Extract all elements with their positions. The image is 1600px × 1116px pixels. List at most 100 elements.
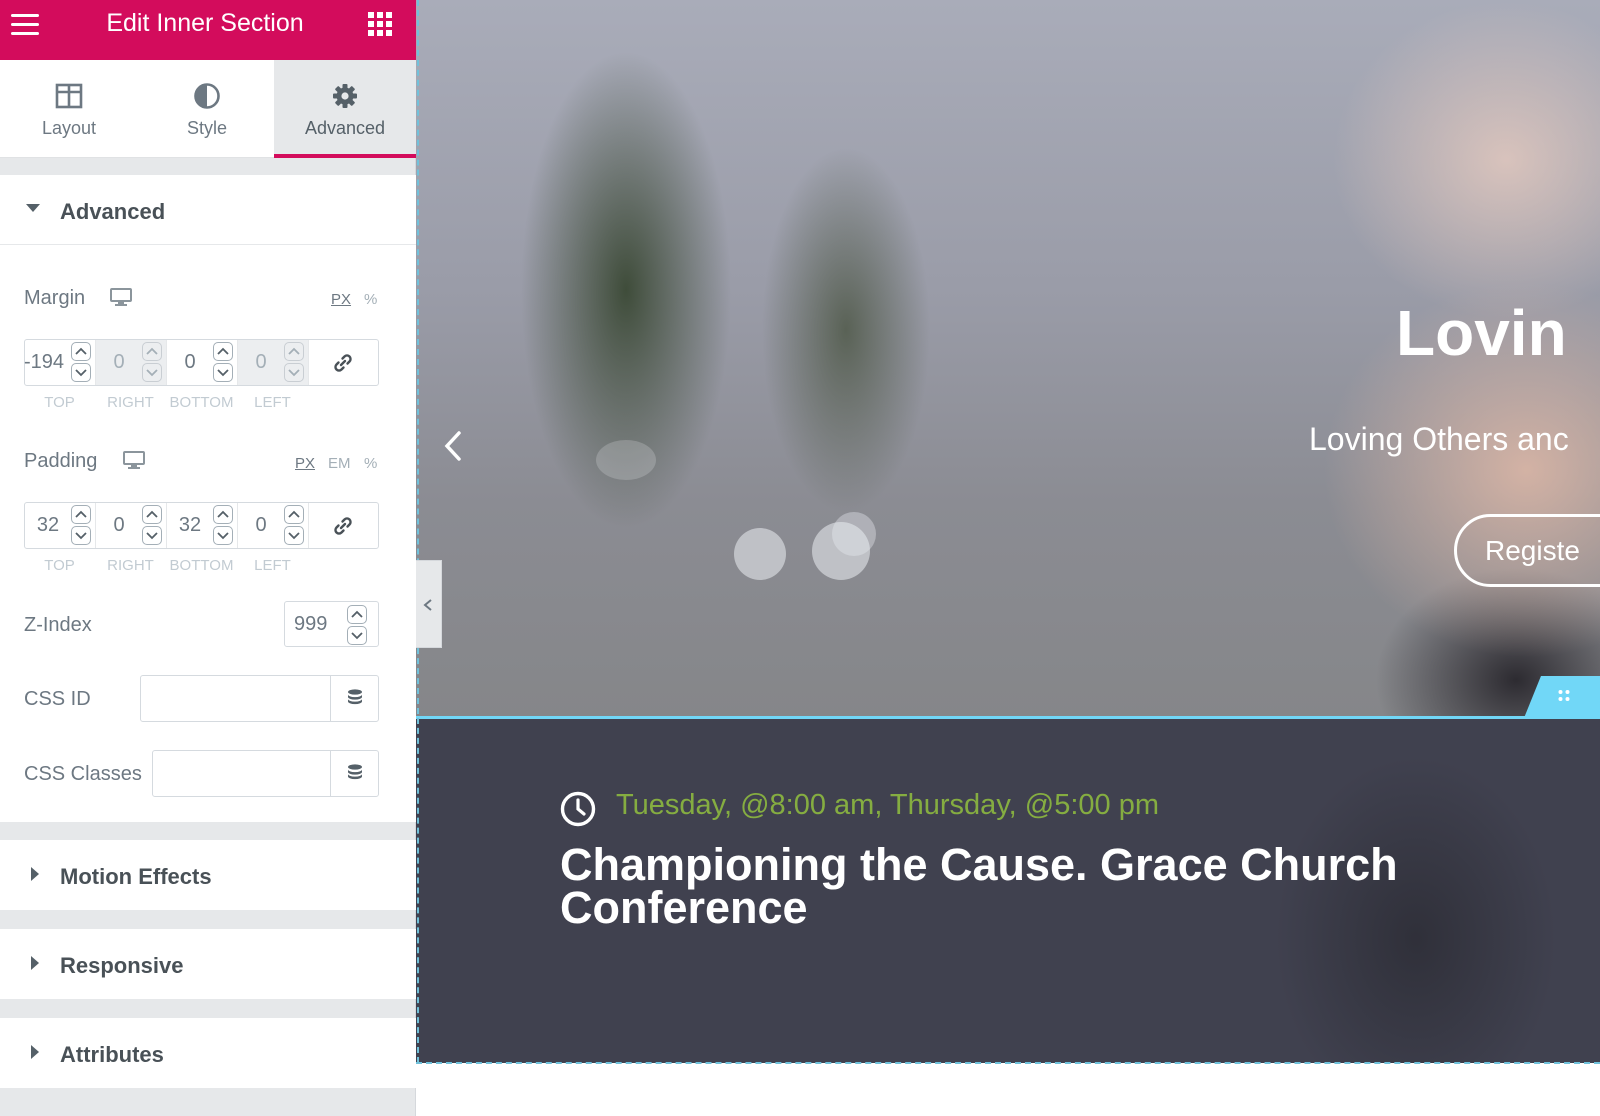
increment-button[interactable] (347, 605, 367, 624)
tab-label: Style (186, 118, 228, 138)
increment-button[interactable] (284, 505, 304, 524)
dynamic-tags-button[interactable] (330, 676, 378, 721)
margin-top-label: TOP (44, 394, 75, 411)
padding-right-label: RIGHT (107, 557, 154, 574)
section-title: Advanced (60, 199, 166, 224)
increment-button[interactable] (142, 505, 162, 524)
hamburger-menu-icon[interactable] (10, 10, 40, 38)
chevron-down-icon (288, 532, 300, 540)
padding-left-field[interactable]: 0 (238, 503, 309, 548)
margin-left-value: 0 (255, 351, 267, 373)
padding-left-label: LEFT (254, 557, 291, 574)
margin-dimensions: -194 0 0 0 (24, 339, 379, 386)
section-responsive-toggle[interactable]: Responsive (0, 929, 416, 999)
chevron-down-icon (75, 369, 87, 377)
decrement-button[interactable] (142, 363, 162, 382)
chevron-down-icon (75, 532, 87, 540)
dynamic-tags-button[interactable] (330, 751, 378, 796)
event-date: Tuesday, @8:00 am, Thursday, @5:00 pm (616, 789, 1159, 821)
margin-unit-px[interactable]: PX (331, 291, 351, 308)
decrement-button[interactable] (284, 363, 304, 382)
decrement-button[interactable] (213, 363, 233, 382)
padding-top-value: 32 (36, 514, 60, 536)
section-attributes-toggle[interactable]: Attributes (0, 1018, 416, 1088)
panel-tabs: Layout Style Advanced (0, 60, 416, 158)
caret-right-icon (31, 867, 39, 881)
chevron-up-icon (146, 347, 158, 355)
event-title: Championing the Cause. Grace Church Conf… (560, 839, 1398, 933)
margin-right-value: 0 (113, 351, 125, 373)
link-icon (334, 517, 352, 535)
link-values-button[interactable] (308, 503, 378, 548)
decrement-button[interactable] (284, 526, 304, 545)
decrement-button[interactable] (213, 526, 233, 545)
decrement-button[interactable] (347, 626, 367, 645)
padding-bottom-field[interactable]: 32 (167, 503, 238, 548)
margin-right-field[interactable]: 0 (96, 340, 167, 385)
padding-unit-percent[interactable]: % (364, 455, 377, 472)
inner-section[interactable]: Tuesday, @8:00 am, Thursday, @5:00 pm Ch… (416, 716, 1600, 1063)
panel-header: Edit Inner Section (0, 0, 416, 60)
section-title: Responsive (60, 953, 184, 978)
caret-right-icon (31, 956, 39, 970)
widgets-grid-icon[interactable] (368, 12, 392, 36)
padding-bottom-label: BOTTOM (169, 557, 234, 574)
padding-label: Padding (24, 450, 98, 472)
increment-button[interactable] (142, 342, 162, 361)
padding-top-field[interactable]: 32 (25, 503, 96, 548)
database-icon (348, 689, 362, 705)
tab-advanced[interactable]: Advanced (274, 60, 416, 158)
collapse-panel-button[interactable] (416, 560, 442, 648)
section-advanced-toggle[interactable]: Advanced (0, 175, 416, 245)
z-index-value: 999 (294, 613, 328, 635)
margin-bottom-field[interactable]: 0 (167, 340, 238, 385)
link-icon (334, 354, 352, 372)
css-id-input[interactable] (140, 675, 379, 722)
section-motion-effects-toggle[interactable]: Motion Effects (0, 840, 416, 910)
padding-left-value: 0 (255, 514, 267, 536)
gear-icon (333, 84, 357, 108)
margin-bottom-value: 0 (184, 351, 196, 373)
increment-button[interactable] (71, 505, 91, 524)
tab-layout[interactable]: Layout (0, 60, 138, 158)
advanced-section-body: Margin PX % -194 0 0 0 TOP RIGHT BOTTOM … (0, 244, 416, 822)
increment-button[interactable] (284, 342, 304, 361)
decrement-button[interactable] (142, 526, 162, 545)
margin-unit-percent[interactable]: % (364, 291, 377, 308)
desktop-icon[interactable] (123, 451, 145, 469)
slider-prev-arrow-icon[interactable] (442, 430, 464, 462)
decrement-button[interactable] (71, 363, 91, 382)
increment-button[interactable] (71, 342, 91, 361)
chevron-up-icon (351, 610, 363, 618)
padding-right-field[interactable]: 0 (96, 503, 167, 548)
chevron-up-icon (288, 510, 300, 518)
caret-down-icon (26, 204, 40, 212)
margin-top-field[interactable]: -194 (24, 340, 96, 385)
css-classes-label: CSS Classes (24, 763, 142, 785)
chevron-down-icon (146, 532, 158, 540)
margin-top-value: -194 (23, 351, 65, 373)
chevron-down-icon (217, 369, 229, 377)
hero-slider[interactable]: Lovin Loving Others anc Registe (416, 0, 1600, 718)
caret-right-icon (31, 1045, 39, 1059)
database-icon (348, 764, 362, 780)
decrement-button[interactable] (71, 526, 91, 545)
increment-button[interactable] (213, 505, 233, 524)
padding-unit-em[interactable]: EM (328, 455, 351, 472)
padding-unit-px[interactable]: PX (295, 455, 315, 472)
margin-label: Margin (24, 287, 86, 309)
editor-panel: Edit Inner Section Layout Style Advanced… (0, 0, 416, 1116)
padding-top-label: TOP (44, 557, 75, 574)
margin-left-field[interactable]: 0 (238, 340, 309, 385)
desktop-icon[interactable] (110, 288, 132, 306)
increment-button[interactable] (213, 342, 233, 361)
css-classes-input[interactable] (152, 750, 379, 797)
register-button[interactable]: Registe (1454, 514, 1600, 587)
tab-style[interactable]: Style (138, 60, 276, 158)
z-index-input[interactable]: 999 (284, 601, 379, 647)
link-values-button[interactable] (308, 340, 378, 385)
hero-subheading: Loving Others anc (1309, 421, 1569, 457)
drag-dots-icon (1558, 690, 1572, 704)
hero-headline: Lovin (1396, 297, 1567, 369)
chevron-up-icon (288, 347, 300, 355)
